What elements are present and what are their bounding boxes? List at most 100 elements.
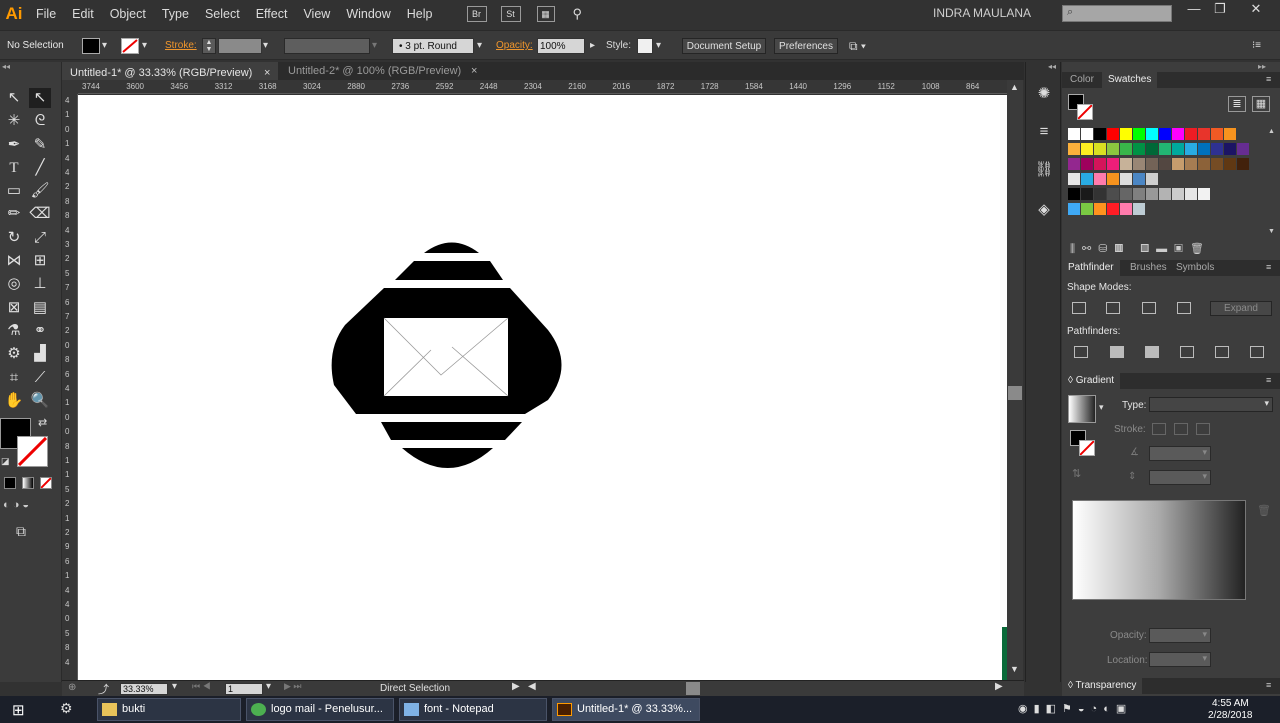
restore-button[interactable]: ❐ <box>1208 2 1232 18</box>
clock-time[interactable]: 4:55 AM <box>1212 698 1249 709</box>
stroke-label[interactable]: Stroke: <box>165 38 197 54</box>
expand-button[interactable]: Expand <box>1210 301 1272 316</box>
rotate-tool-icon[interactable]: ↻ <box>3 228 25 248</box>
strip-collapse-icon[interactable]: ◂◂ <box>1048 62 1056 71</box>
swatch[interactable] <box>1198 143 1210 155</box>
start-button[interactable]: ⊞ <box>12 701 25 719</box>
eyedropper-tool-icon[interactable]: ⚗ <box>3 321 25 341</box>
gradient-menu-icon[interactable]: ≡ <box>1266 375 1271 385</box>
swatch[interactable] <box>1081 188 1093 200</box>
swatch[interactable] <box>1081 173 1093 185</box>
width-tool-icon[interactable]: ⋈ <box>3 251 25 271</box>
stroke-dropdown[interactable]: ▾ <box>142 38 147 54</box>
tab-untitled-1[interactable]: Untitled-1* @ 33.33% (RGB/Preview) × <box>62 62 278 80</box>
tab-symbols[interactable]: Symbols <box>1170 260 1220 276</box>
scale-tool-icon[interactable]: ⤢ <box>29 228 51 248</box>
drawing-mode-icon[interactable]: ◐ ◑ ◒ <box>3 499 29 511</box>
tab-gradient[interactable]: ◊ Gradient <box>1062 373 1121 389</box>
tab-untitled-2[interactable]: Untitled-2* @ 100% (RGB/Preview) × <box>280 62 490 80</box>
reverse-gradient-icon[interactable]: ⇅ <box>1072 467 1081 480</box>
stroke-panel-icon[interactable]: ≡ <box>1034 122 1054 142</box>
screen-mode-icon[interactable]: ⧉ <box>16 523 26 540</box>
menu-effect[interactable]: Effect <box>248 0 296 28</box>
menu-file[interactable]: File <box>28 0 64 28</box>
artboard-field[interactable]: 1 <box>225 683 263 695</box>
tab-transparency[interactable]: ◊ Transparency <box>1062 678 1143 694</box>
tab-brushes[interactable]: Brushes <box>1124 260 1173 276</box>
bridge-button[interactable]: Br <box>466 6 487 22</box>
scroll-right-arrow[interactable]: ▶ <box>995 681 1003 692</box>
artboard-tool-icon[interactable]: ⌗ <box>3 368 25 388</box>
vertical-ruler[interactable]: 4101442884325767208641008115212961440584 <box>62 94 78 680</box>
gradient-preview-dropdown[interactable]: ▾ <box>1099 402 1104 413</box>
swatch[interactable] <box>1094 143 1106 155</box>
swatch[interactable] <box>1107 173 1119 185</box>
swatch[interactable] <box>1224 128 1236 140</box>
magic-wand-tool-icon[interactable]: ✳ <box>3 111 25 131</box>
stroke-weight-field[interactable] <box>218 38 262 54</box>
artboard-dropdown[interactable]: ▾ <box>266 681 271 692</box>
swatch[interactable] <box>1146 143 1158 155</box>
swatch[interactable] <box>1159 143 1171 155</box>
swatch[interactable] <box>1133 143 1145 155</box>
fill-swatch[interactable] <box>82 38 100 54</box>
document-setup-button[interactable]: Document Setup <box>682 38 766 54</box>
envelope-rect[interactable] <box>384 318 508 396</box>
swatch[interactable] <box>1094 173 1106 185</box>
outline-icon[interactable] <box>1215 346 1229 358</box>
gradient-type-select[interactable]: ▾ <box>1149 397 1273 412</box>
taskbar-item-illustrator[interactable]: Untitled-1* @ 33.33%... <box>552 698 700 721</box>
type-tool-icon[interactable]: T <box>3 158 25 178</box>
swatch[interactable] <box>1133 188 1145 200</box>
swatch[interactable] <box>1094 158 1106 170</box>
swatch[interactable] <box>1237 158 1249 170</box>
perspective-grid-tool-icon[interactable]: ⊥ <box>29 274 51 294</box>
color-guide-icon[interactable]: ✺ <box>1034 84 1054 104</box>
swatch[interactable] <box>1185 143 1197 155</box>
selection-tool-icon[interactable]: ↖ <box>3 88 25 108</box>
logo-bottom-cap[interactable] <box>402 448 493 468</box>
intersect-icon[interactable] <box>1142 302 1156 314</box>
pathfinder-menu-icon[interactable]: ≡ <box>1266 262 1271 272</box>
status-menu-arrow[interactable]: ▶ <box>512 681 520 692</box>
links-panel-icon[interactable]: ⛓ <box>1034 160 1054 180</box>
pen-tool-icon[interactable]: ✒ <box>3 135 25 155</box>
variable-width-profile[interactable] <box>284 38 370 54</box>
menu-object[interactable]: Object <box>102 0 154 28</box>
swatch[interactable] <box>1185 128 1197 140</box>
swatch[interactable] <box>1159 188 1171 200</box>
tab-close-icon[interactable]: × <box>471 62 477 80</box>
menu-select[interactable]: Select <box>197 0 248 28</box>
menu-help[interactable]: Help <box>399 0 441 28</box>
swatch[interactable] <box>1198 188 1210 200</box>
swatch-scroll-up[interactable]: ▲ <box>1268 128 1275 135</box>
gradient-mode-icon[interactable] <box>22 477 34 489</box>
control-menu-icon[interactable]: ⁝≡ <box>1252 38 1261 54</box>
trim-icon[interactable] <box>1110 346 1124 358</box>
minus-front-icon[interactable] <box>1106 302 1120 314</box>
artboard-prev-icons[interactable]: ⏮ ◀ <box>192 681 211 692</box>
logo-top-band[interactable] <box>395 261 503 280</box>
swatch[interactable] <box>1081 158 1093 170</box>
gradient-preview-swatch[interactable] <box>1068 395 1096 423</box>
merge-icon[interactable] <box>1145 346 1159 358</box>
swap-colors-icon[interactable]: ⇄ <box>38 416 47 429</box>
swatch[interactable] <box>1172 158 1184 170</box>
column-graph-tool-icon[interactable]: ▟ <box>29 344 51 364</box>
taskbar-item-bukti[interactable]: bukti <box>97 698 241 721</box>
swatch-stroke-indicator[interactable] <box>1077 104 1093 120</box>
swatch[interactable] <box>1172 143 1184 155</box>
swatch[interactable] <box>1224 143 1236 155</box>
variable-width-dropdown[interactable]: ▾ <box>372 38 377 54</box>
crop-icon[interactable] <box>1180 346 1194 358</box>
color-mode-icon[interactable] <box>4 477 16 489</box>
swatch[interactable] <box>1081 203 1093 215</box>
stroke-within-icon[interactable] <box>1152 423 1166 435</box>
close-window-button[interactable]: ✕ <box>1244 2 1268 18</box>
swatch[interactable] <box>1068 188 1080 200</box>
scroll-down-arrow[interactable]: ▼ <box>1010 664 1019 674</box>
swatch[interactable] <box>1120 128 1132 140</box>
swatch[interactable] <box>1146 173 1158 185</box>
search-input[interactable]: ⌕ <box>1062 5 1172 22</box>
zoom-dropdown[interactable]: ▾ <box>172 681 177 692</box>
